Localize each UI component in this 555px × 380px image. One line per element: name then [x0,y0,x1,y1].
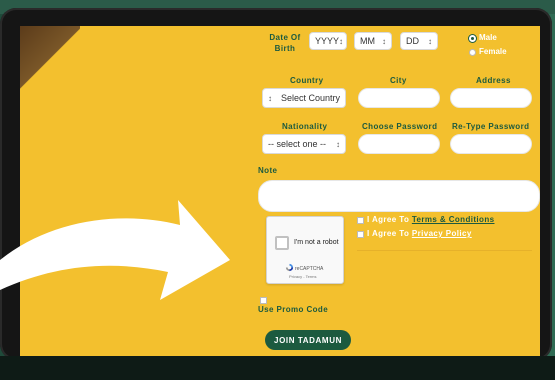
address-label: Address [476,76,511,85]
caret-icon: ↕ [339,36,344,46]
terms-link[interactable]: Terms & Conditions [412,215,495,224]
agree-terms-prefix: I Agree To [367,215,410,224]
password-label: Choose Password [362,122,438,131]
gender-female-radio[interactable] [469,49,476,56]
recaptcha-logo-icon [285,263,294,272]
dob-day-select[interactable]: DD ↕ [400,32,438,50]
city-label: City [390,76,407,85]
recaptcha-terms-link[interactable]: Privacy - Terms [289,274,316,279]
nationality-label: Nationality [282,122,328,131]
gender-male-radio[interactable] [469,35,476,42]
promo-code-label: Use Promo Code [258,305,329,314]
note-label: Note [258,166,278,175]
password-input[interactable] [358,134,440,154]
caret-icon: ↕ [336,139,340,149]
agree-privacy-text: I Agree To Privacy Policy [367,229,472,238]
dob-month-select[interactable]: MM ↕ [354,32,392,50]
retype-password-input[interactable] [450,134,532,154]
dob-day-value: DD [406,36,419,46]
agree-privacy-checkbox[interactable] [357,231,364,238]
gender-female-label: Female [479,47,507,56]
dob-month-value: MM [360,36,375,46]
caret-icon: ↕ [428,36,432,46]
city-input[interactable] [358,88,440,108]
recaptcha-checkbox[interactable] [275,236,289,250]
note-textarea[interactable] [258,180,540,212]
agree-terms-text: I Agree To Terms & Conditions [367,215,494,224]
dob-year-select[interactable]: YYYY ↕ [309,32,347,50]
country-select-value: Select Country [280,93,340,103]
caret-icon: ↕ [268,93,272,103]
agree-divider [357,250,532,251]
photo-corner [20,26,80,90]
privacy-link[interactable]: Privacy Policy [412,229,472,238]
address-input[interactable] [450,88,532,108]
nationality-select[interactable]: -- select one -- ↕ [262,134,346,154]
recaptcha-text: I'm not a robot [294,239,339,246]
retype-password-label: Re-Type Password [452,122,530,131]
arrow-icon [0,200,230,300]
dob-year-value: YYYY [315,36,340,46]
agree-privacy-prefix: I Agree To [367,229,410,238]
gender-male-label: Male [479,33,497,42]
country-select[interactable]: ↕ Select Country [262,88,346,108]
nationality-select-value: -- select one -- [268,139,327,149]
dob-label: Date Of Birth [269,33,301,53]
country-label: Country [290,76,324,85]
promo-code-checkbox[interactable] [260,297,267,304]
caret-icon: ↕ [382,36,386,46]
recaptcha-brand: reCAPTCHA [295,266,324,272]
recaptcha-widget: I'm not a robot reCAPTCHA Privacy - Term… [266,216,344,284]
join-button[interactable]: JOIN TADAMUN [265,330,351,350]
background-bottom-band [0,356,555,380]
agree-terms-checkbox[interactable] [357,217,364,224]
